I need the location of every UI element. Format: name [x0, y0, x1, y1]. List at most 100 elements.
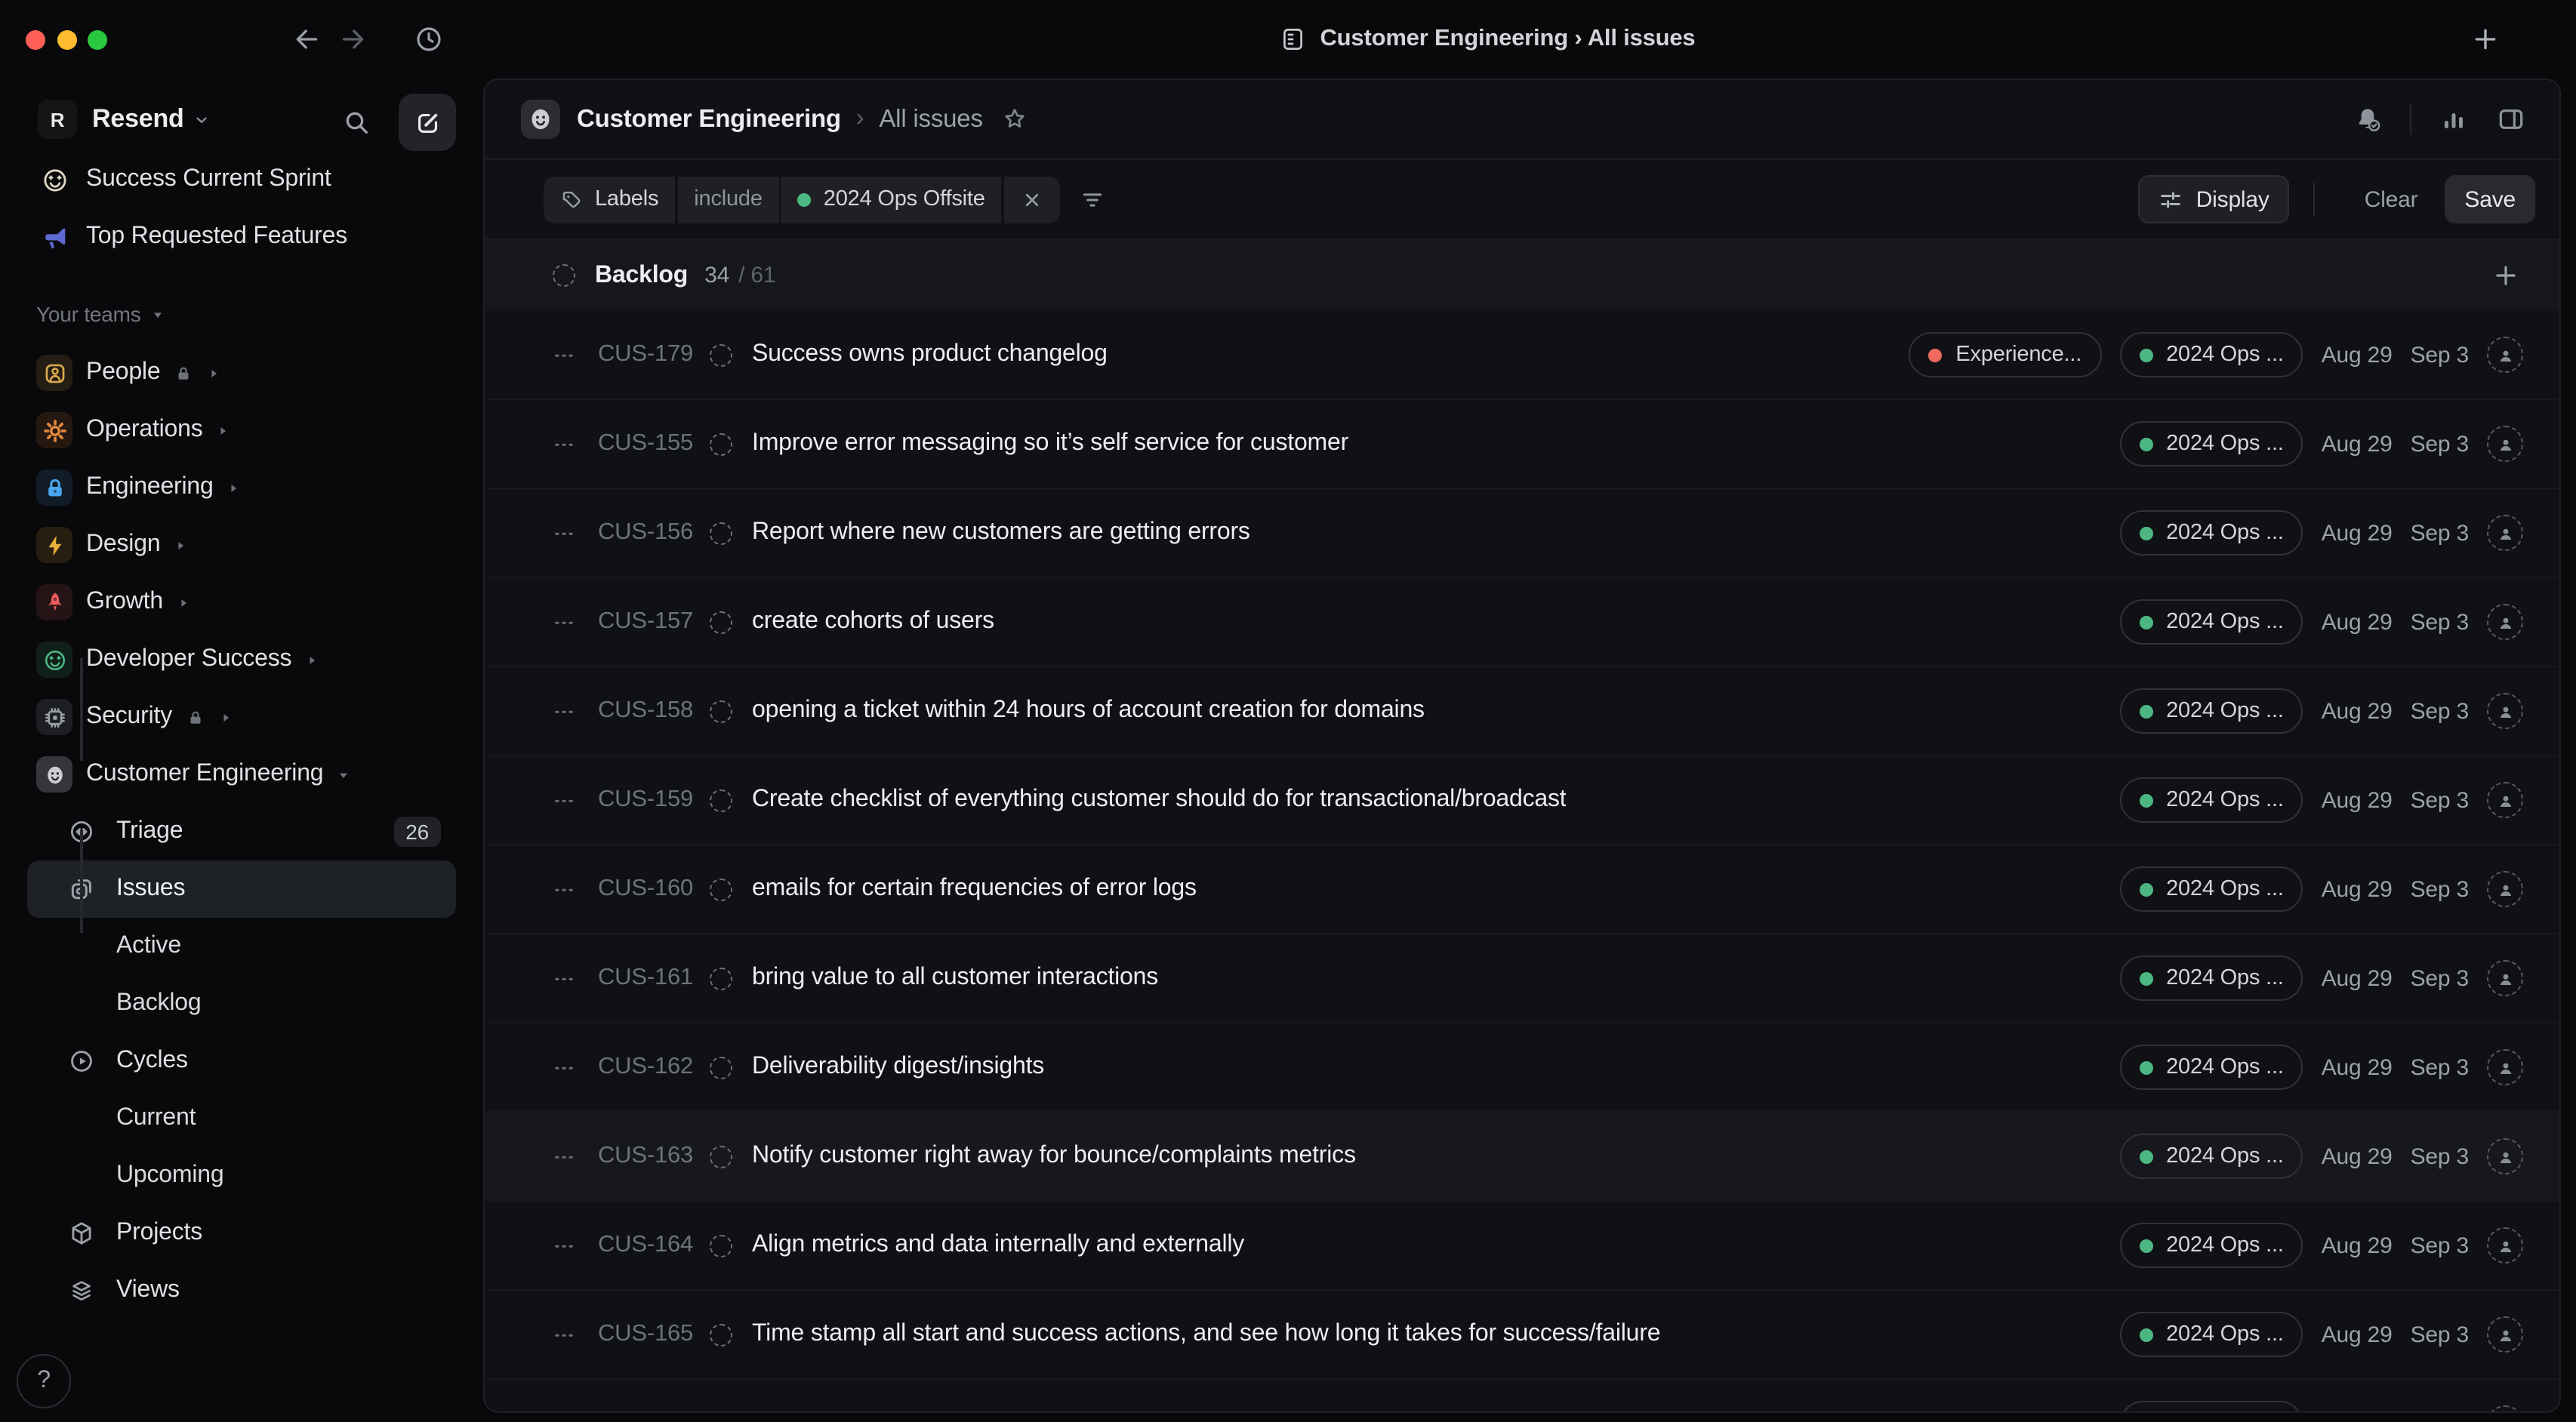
backlog-status-icon[interactable] [710, 878, 732, 900]
label-pill-ops[interactable]: 2024 Ops ... [2119, 1045, 2303, 1090]
backlog-status-icon[interactable] [710, 1056, 732, 1079]
sidebar-item-cycles[interactable]: Cycles [27, 1033, 456, 1090]
assignee-avatar[interactable] [2487, 960, 2523, 996]
issue-row-CUS-157[interactable]: CUS-157create cohorts of users2024 Ops .… [485, 578, 2559, 667]
issue-row-CUS-160[interactable]: CUS-160emails for certain frequencies of… [485, 845, 2559, 934]
assignee-avatar[interactable] [2487, 604, 2523, 640]
sidebar-team-developer-success[interactable]: Developer Success [27, 631, 456, 688]
breadcrumb-team[interactable]: Customer Engineering [577, 105, 841, 134]
priority-icon[interactable] [553, 878, 575, 900]
backlog-status-icon[interactable] [710, 789, 732, 811]
backlog-status-icon[interactable] [710, 1323, 732, 1346]
issue-row-CUS-164[interactable]: CUS-164Align metrics and data internally… [485, 1202, 2559, 1291]
zoom-window-button[interactable] [88, 30, 107, 50]
label-pill-ops[interactable]: 2024 Ops ... [2119, 1401, 2303, 1413]
priority-icon[interactable] [553, 700, 575, 722]
assignee-avatar[interactable] [2487, 782, 2523, 818]
sidebar-item-active[interactable]: Active [27, 918, 456, 975]
label-pill-ops[interactable]: 2024 Ops ... [2119, 421, 2303, 466]
backlog-status-icon[interactable] [710, 611, 732, 633]
sidebar-item-projects[interactable]: Projects [27, 1205, 456, 1262]
sidebar-team-design[interactable]: Design [27, 516, 456, 574]
add-filter-icon[interactable] [1080, 186, 1105, 212]
filter-operator-segment[interactable]: include [677, 176, 779, 223]
right-panel-toggle-icon[interactable] [2496, 104, 2526, 134]
label-pill-ops[interactable]: 2024 Ops ... [2119, 1312, 2303, 1357]
backlog-group-header[interactable]: Backlog 34 / 61 [485, 240, 2559, 311]
sidebar-favorite-item[interactable]: Top Requested Features [27, 208, 456, 266]
issue-row-CUS-161[interactable]: CUS-161bring value to all customer inter… [485, 934, 2559, 1023]
notification-subscribe-icon[interactable] [2353, 104, 2383, 134]
label-pill-ops[interactable]: 2024 Ops ... [2119, 599, 2303, 645]
add-issue-plus-icon[interactable] [2491, 261, 2520, 290]
assignee-avatar[interactable] [2487, 871, 2523, 907]
sidebar-item-current[interactable]: Current [27, 1090, 456, 1147]
breadcrumb-view[interactable]: All issues [879, 105, 982, 134]
sidebar-item-upcoming[interactable]: Upcoming [27, 1147, 456, 1205]
label-pill-ops[interactable]: 2024 Ops ... [2119, 777, 2303, 823]
priority-icon[interactable] [553, 522, 575, 544]
filter-field-segment[interactable]: Labels [544, 176, 675, 223]
assignee-avatar[interactable] [2487, 515, 2523, 551]
sidebar-team-customer-engineering[interactable]: Customer Engineering [27, 746, 456, 803]
assignee-avatar[interactable] [2487, 1316, 2523, 1353]
assignee-avatar[interactable] [2487, 1049, 2523, 1085]
label-pill-ops[interactable]: 2024 Ops ... [2119, 1134, 2303, 1179]
backlog-status-icon[interactable] [710, 700, 732, 722]
clear-button[interactable]: Clear [2365, 186, 2418, 212]
backlog-status-icon[interactable] [710, 1234, 732, 1257]
sidebar-item-triage[interactable]: Triage26 [27, 803, 456, 860]
label-pill-ops[interactable]: 2024 Ops ... [2119, 332, 2303, 377]
new-tab-plus-icon[interactable] [2470, 24, 2501, 54]
label-pill-ops[interactable]: 2024 Ops ... [2119, 866, 2303, 912]
label-pill-ops[interactable]: 2024 Ops ... [2119, 1223, 2303, 1268]
priority-icon[interactable] [553, 1412, 575, 1413]
backlog-status-icon[interactable] [710, 522, 732, 544]
filter-value-segment[interactable]: 2024 Ops Offsite [781, 176, 1002, 223]
assignee-avatar[interactable] [2487, 1227, 2523, 1263]
priority-icon[interactable] [553, 1056, 575, 1079]
priority-icon[interactable] [553, 432, 575, 455]
label-pill-ops[interactable]: 2024 Ops ... [2119, 510, 2303, 556]
sidebar-team-security[interactable]: Security [27, 688, 456, 746]
help-button[interactable]: ? [17, 1354, 71, 1408]
assignee-avatar[interactable] [2487, 337, 2523, 373]
assignee-avatar[interactable] [2487, 1138, 2523, 1174]
priority-icon[interactable] [553, 1234, 575, 1257]
priority-icon[interactable] [553, 343, 575, 366]
insights-chart-icon[interactable] [2439, 104, 2469, 134]
issue-row-CUS-162[interactable]: CUS-162Deliverability digest/insights202… [485, 1023, 2559, 1113]
assignee-avatar[interactable] [2487, 426, 2523, 462]
sidebar-item-backlog[interactable]: Backlog [27, 975, 456, 1033]
backlog-status-icon[interactable] [710, 432, 732, 455]
backlog-status-icon[interactable] [710, 1145, 732, 1168]
filter-remove-segment[interactable] [1004, 176, 1060, 223]
issue-row-CUS-158[interactable]: CUS-158opening a ticket within 24 hours … [485, 667, 2559, 756]
issue-row-CUS-156[interactable]: CUS-156Report where new customers are ge… [485, 489, 2559, 578]
backlog-status-icon[interactable] [710, 967, 732, 990]
new-issue-button[interactable] [399, 94, 456, 151]
search-icon[interactable] [341, 107, 371, 137]
your-teams-header[interactable]: Your teams [36, 293, 165, 335]
forward-icon[interactable] [338, 24, 368, 54]
label-pill-ops[interactable]: 2024 Ops ... [2119, 688, 2303, 734]
save-button[interactable]: Save [2445, 175, 2535, 223]
display-button[interactable]: Display [2139, 175, 2289, 223]
minimize-window-button[interactable] [57, 30, 77, 50]
issue-row-CUS-163[interactable]: CUS-163Notify customer right away for bo… [485, 1113, 2559, 1202]
back-icon[interactable] [291, 24, 322, 54]
favorite-star-icon[interactable] [1001, 106, 1028, 133]
backlog-status-icon[interactable] [710, 343, 732, 366]
sidebar-team-engineering[interactable]: Engineering [27, 459, 456, 516]
issue-row-CUS-179[interactable]: CUS-179Success owns product changelogExp… [485, 311, 2559, 400]
assignee-avatar[interactable] [2487, 1405, 2523, 1413]
workspace-switcher[interactable]: R Resend [0, 88, 483, 151]
issue-row-CUS-166[interactable]: CUS-166Detect signals of a “bad day” for… [485, 1380, 2559, 1413]
sidebar-favorite-item[interactable]: Success Current Sprint [27, 151, 456, 208]
issue-row-CUS-165[interactable]: CUS-165Time stamp all start and success … [485, 1291, 2559, 1380]
priority-icon[interactable] [553, 789, 575, 811]
label-pill-ops[interactable]: 2024 Ops ... [2119, 956, 2303, 1001]
history-clock-icon[interactable] [414, 24, 444, 54]
issue-row-CUS-155[interactable]: CUS-155Improve error messaging so it’s s… [485, 400, 2559, 489]
sidebar-team-people[interactable]: People [27, 344, 456, 402]
